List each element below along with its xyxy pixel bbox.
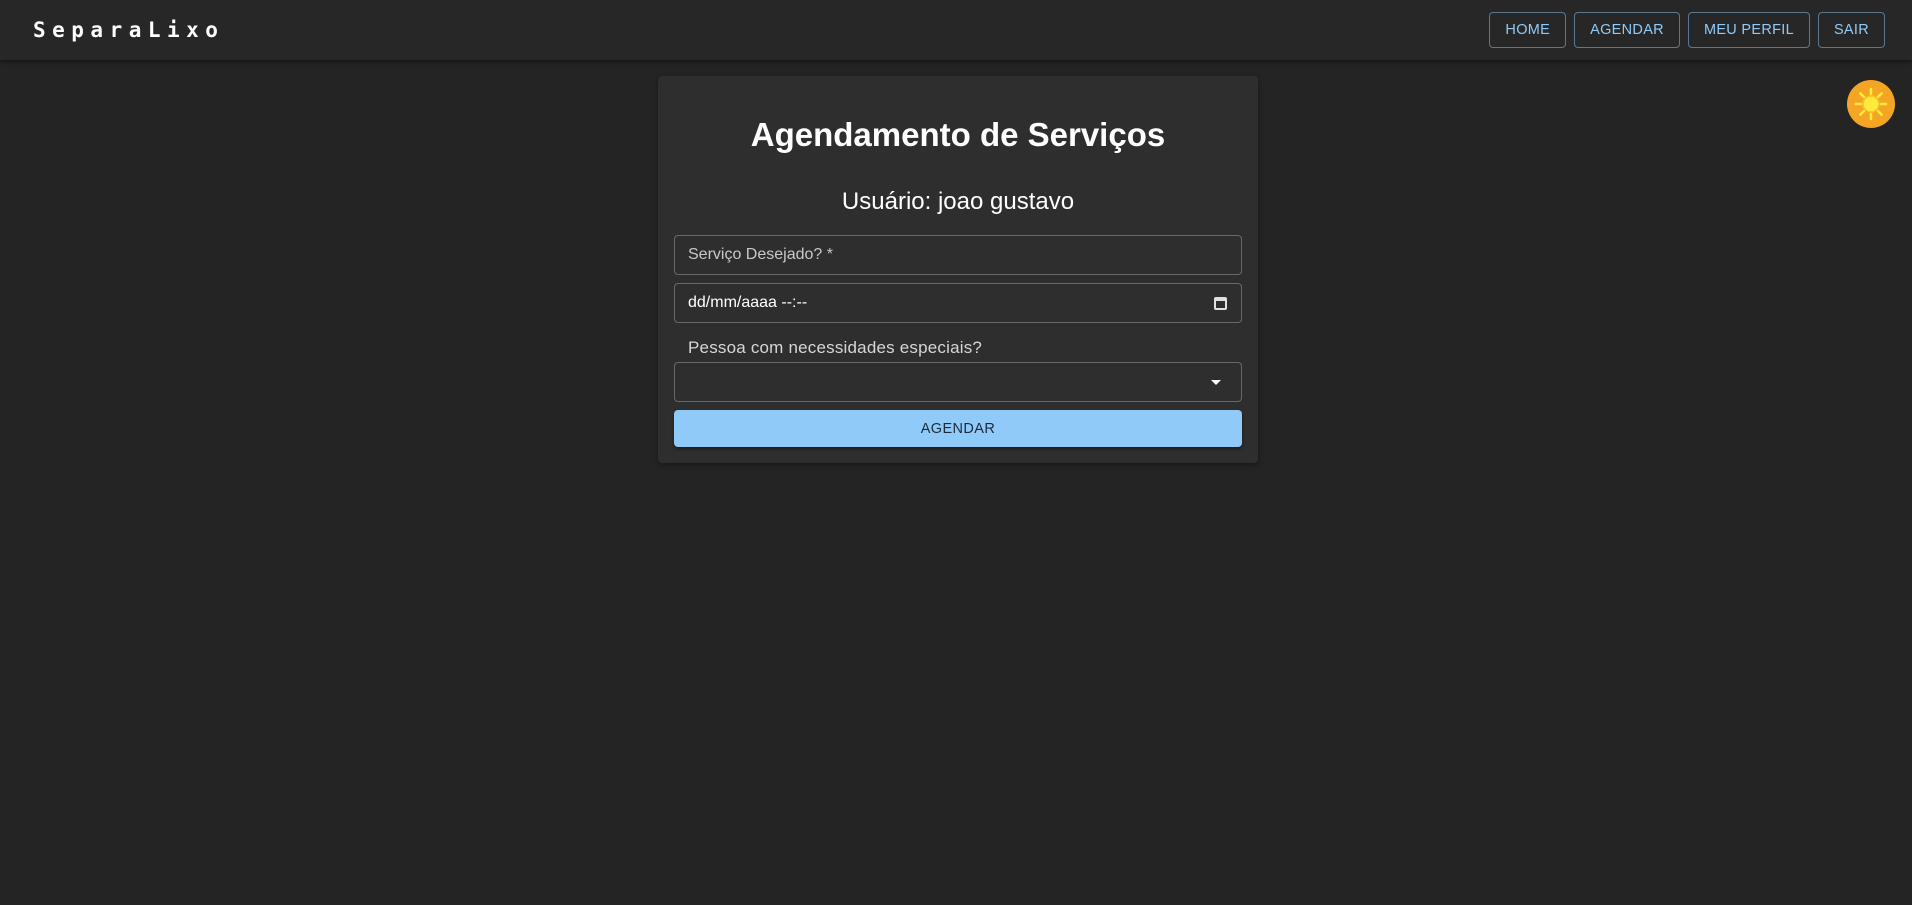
datetime-input[interactable]: dd/mm/aaaa --:-- xyxy=(674,283,1242,323)
service-input-placeholder: Serviço Desejado? * xyxy=(688,246,833,263)
calendar-icon[interactable] xyxy=(1214,296,1227,310)
current-user: Usuário: joao gustavo xyxy=(658,188,1258,216)
chevron-down-icon xyxy=(1211,379,1221,385)
user-label: Usuário: xyxy=(841,188,932,215)
nav-home-button[interactable]: HOME xyxy=(1489,12,1567,48)
page-title: Agendamento de Serviços xyxy=(750,116,1166,153)
agendar-submit-button[interactable]: AGENDAR xyxy=(674,410,1242,447)
brand-logo[interactable]: SeparaLixo xyxy=(33,18,224,42)
top-nav: HOME AGENDAR MEU PERFIL SAIR xyxy=(1489,12,1885,48)
nav-sair-button[interactable]: SAIR xyxy=(1817,12,1885,48)
sun-icon xyxy=(1854,87,1888,121)
user-name: joao gustavo xyxy=(937,188,1075,215)
datetime-input-value: dd/mm/aaaa --:-- xyxy=(688,294,808,311)
special-needs-label: Pessoa com necessidades especiais? xyxy=(688,338,983,357)
special-needs-select[interactable] xyxy=(674,362,1242,402)
nav-meu-perfil-button[interactable]: MEU PERFIL xyxy=(1687,12,1810,48)
theme-toggle-button[interactable] xyxy=(1847,80,1895,128)
service-input[interactable]: Serviço Desejado? * xyxy=(674,235,1242,275)
scheduling-card: Agendamento de Serviços Usuário: joao gu… xyxy=(658,76,1258,463)
nav-agendar-button[interactable]: AGENDAR xyxy=(1574,12,1680,48)
app-bar: SeparaLixo HOME AGENDAR MEU PERFIL SAIR xyxy=(0,0,1912,60)
